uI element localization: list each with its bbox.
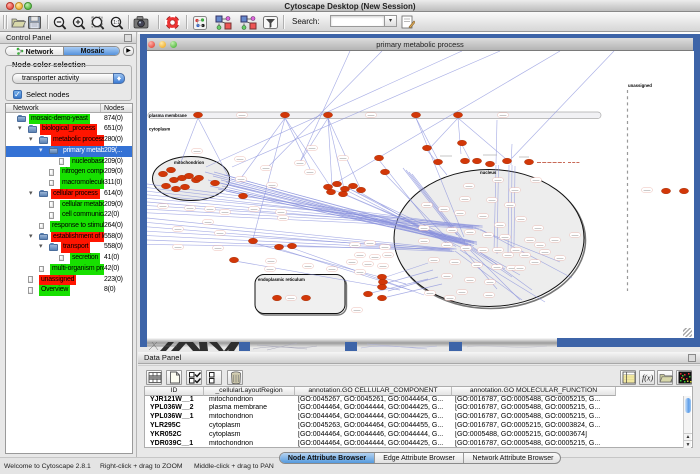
svg-text:cytoplasm: cytoplasm (149, 127, 170, 132)
svg-text:f(x): f(x) (642, 374, 653, 383)
svg-text:plasma membrane: plasma membrane (149, 113, 187, 118)
svg-text:1:1: 1:1 (113, 20, 120, 26)
svg-text:unassigned: unassigned (628, 83, 652, 88)
svg-text:mitochondrion: mitochondrion (174, 160, 204, 165)
svg-text:endoplasmic reticulum: endoplasmic reticulum (258, 277, 305, 282)
svg-text:nucleus: nucleus (480, 170, 497, 175)
